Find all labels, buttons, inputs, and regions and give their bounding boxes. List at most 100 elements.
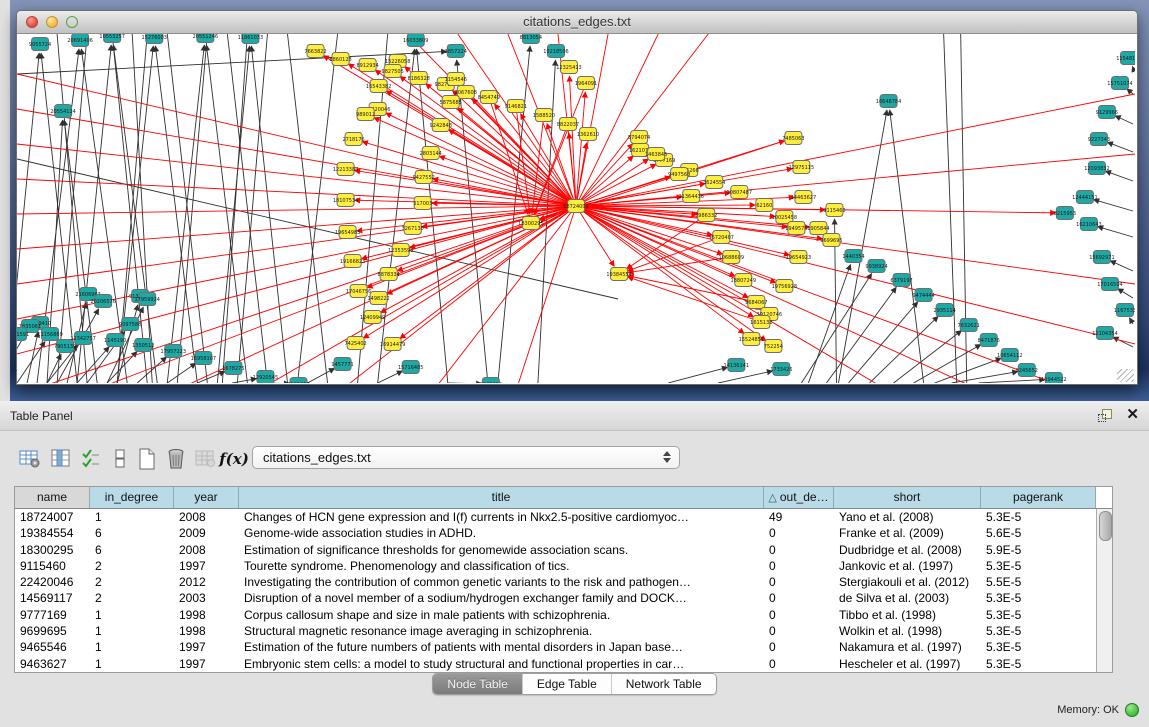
graph-node[interactable]: 1463845 [645, 148, 667, 161]
graph-edge[interactable] [576, 34, 708, 206]
new-file-icon[interactable] [133, 445, 161, 473]
table-cell[interactable]: 5.3E-5 [981, 509, 1096, 525]
table-cell[interactable]: 18300295 [15, 542, 90, 558]
graph-node[interactable]: 9115460 [823, 204, 845, 217]
table-cell[interactable]: 5.9E-5 [981, 542, 1096, 558]
graph-node[interactable]: 9055724 [29, 38, 51, 51]
graph-edge[interactable] [1110, 261, 1133, 271]
graph-edge[interactable] [627, 215, 707, 269]
graph-edge[interactable] [718, 371, 772, 383]
table-cell[interactable]: 2008 [174, 542, 239, 558]
graph-node[interactable]: 9938924 [865, 260, 887, 273]
table-cell[interactable]: 0 [764, 525, 834, 541]
graph-node[interactable]: 18300295 [518, 217, 543, 230]
scrollbar-thumb[interactable] [1099, 511, 1112, 541]
table-cell[interactable]: 2 [90, 558, 174, 574]
graph-node[interactable]: 10944522 [1041, 373, 1066, 384]
graph-node[interactable]: 15716485 [398, 361, 423, 374]
graph-node[interactable]: 3267130 [402, 222, 424, 235]
graph-node[interactable]: 8912934 [356, 59, 378, 72]
graph-edge[interactable] [1132, 66, 1133, 68]
close-panel-icon[interactable]: ✕ [1126, 408, 1139, 422]
graph-node[interactable]: 21364436 [678, 190, 703, 203]
graph-node[interactable]: 8215953 [1054, 207, 1076, 220]
table-cell[interactable]: 1 [90, 509, 174, 525]
table-cell[interactable]: 9465546 [15, 639, 90, 655]
graph-node[interactable]: 9684067 [745, 296, 767, 309]
column-header-pagerank[interactable]: pagerank [981, 487, 1096, 508]
table-cell[interactable]: 0 [764, 639, 834, 655]
graph-node[interactable]: 7663822 [304, 45, 326, 58]
graph-node[interactable]: 9827505 [382, 65, 404, 78]
graph-edge[interactable] [1098, 227, 1133, 237]
graph-node[interactable]: 7632621 [958, 319, 980, 332]
table-cell[interactable]: 22420046 [15, 574, 90, 590]
graph-edge[interactable] [1118, 289, 1133, 298]
graph-node[interactable]: 11156869 [37, 328, 62, 341]
zoom-window-button[interactable] [66, 16, 78, 28]
graph-node[interactable]: 2803144 [420, 147, 442, 160]
graph-edge[interactable] [197, 371, 225, 383]
graph-node[interactable]: 11861033 [238, 34, 263, 44]
graph-edge[interactable] [914, 344, 981, 383]
graph-node[interactable]: 8471876 [978, 334, 1000, 347]
table-cell[interactable]: 5.3E-5 [981, 558, 1096, 574]
graph-node[interactable]: 7986332 [695, 209, 717, 222]
trash-icon[interactable] [162, 445, 190, 473]
graph-node[interactable]: 9245012 [480, 378, 502, 384]
graph-edge[interactable] [117, 46, 153, 383]
graph-edge[interactable] [167, 363, 196, 383]
graph-edge[interactable] [167, 45, 204, 383]
table-cell[interactable]: 0 [764, 558, 834, 574]
table-cell[interactable]: 0 [764, 542, 834, 558]
table-cell[interactable]: Changes of HCN gene expression and I(f) … [239, 509, 764, 525]
network-view[interactable]: 9055724206914061055325715276003205512461… [17, 34, 1135, 383]
graph-node[interactable]: 19756928 [772, 280, 797, 293]
tab-node-table[interactable]: Node Table [433, 674, 523, 694]
graph-node[interactable]: 9699695 [820, 234, 842, 247]
window-resize-grip[interactable] [1117, 369, 1134, 382]
table-cell[interactable]: 5.5E-5 [981, 574, 1096, 590]
table-cell[interactable]: 0 [764, 656, 834, 672]
table-cell[interactable]: Corpus callosum shape and size in male p… [239, 607, 764, 623]
graph-node[interactable]: 10807487 [727, 186, 752, 199]
graph-edge[interactable] [227, 34, 267, 383]
graph-node[interactable]: 14136141 [724, 359, 749, 372]
graph-node[interactable]: 20206576 [90, 295, 115, 308]
table-row[interactable]: 1456911722003Disruption of a novel membe… [15, 590, 1112, 606]
graph-node[interactable]: 1362610 [577, 128, 599, 141]
graph-node[interactable]: 15524851 [739, 333, 764, 346]
table-cell[interactable]: 1998 [174, 623, 239, 639]
graph-node[interactable]: 9457771 [331, 358, 353, 371]
graph-node[interactable]: 5794074 [628, 131, 650, 144]
graph-edge[interactable] [27, 332, 38, 383]
table-cell[interactable]: Genome-wide association studies in ADHD. [239, 525, 764, 541]
table-row[interactable]: 946362711997Embryonic stem cells: a mode… [15, 656, 1112, 672]
graph-node[interactable]: 14463627 [791, 191, 816, 204]
table-row[interactable]: 1830029562008Estimation of significance … [15, 542, 1112, 558]
close-window-button[interactable] [26, 16, 38, 28]
graph-node[interactable]: 17959924 [134, 293, 159, 306]
graph-node[interactable]: 11548108 [1116, 52, 1135, 65]
graph-node[interactable]: 12444151 [1072, 191, 1097, 204]
table-row[interactable]: 1938455462009Genome-wide association stu… [15, 525, 1112, 541]
table-cell[interactable]: Structural magnetic resonance image aver… [239, 623, 764, 639]
graph-node[interactable]: 7485063 [782, 132, 804, 145]
table-cell[interactable]: 0 [764, 623, 834, 639]
table-select-dropdown[interactable]: citations_edges.txt [252, 446, 680, 469]
table-cell[interactable]: 1998 [174, 607, 239, 623]
graph-node[interactable]: 1498222 [367, 292, 389, 305]
table-cell[interactable]: 5.3E-5 [981, 607, 1096, 623]
graph-node[interactable]: 8186328 [408, 72, 430, 85]
graph-edge[interactable] [287, 34, 327, 383]
graph-node[interactable]: 15692971 [1089, 251, 1114, 264]
graph-node[interactable]: 18724007 [563, 200, 588, 213]
table-cell[interactable]: 18724007 [15, 509, 90, 525]
graph-node[interactable]: 1145190 [104, 334, 126, 347]
table-cell[interactable]: 2008 [174, 509, 239, 525]
table-cell[interactable]: 2 [90, 574, 174, 590]
table-cell[interactable]: 5.3E-5 [981, 590, 1096, 606]
graph-node[interactable]: 1167533 [1114, 304, 1135, 317]
graph-node[interactable]: 19166823 [340, 255, 365, 268]
graph-node[interactable]: 1440354 [842, 250, 864, 263]
